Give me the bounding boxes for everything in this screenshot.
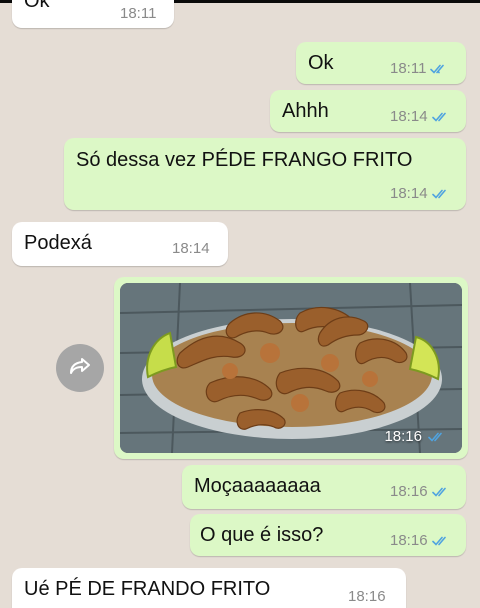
message-time: 18:16 bbox=[390, 532, 428, 549]
message-time: 18:16 bbox=[390, 483, 428, 500]
double-check-icon bbox=[431, 111, 450, 123]
message-outgoing[interactable]: O que é isso? 18:16 bbox=[190, 514, 466, 556]
message-text: Ahhh bbox=[282, 100, 329, 122]
message-text: Podexá bbox=[24, 232, 92, 254]
message-meta: 18:11 bbox=[390, 60, 448, 77]
message-time: 18:14 bbox=[390, 108, 428, 125]
message-meta: 18:16 bbox=[390, 532, 450, 549]
message-outgoing[interactable]: Só dessa vez PÉDE FRANGO FRITO 18:14 bbox=[64, 138, 466, 210]
message-outgoing[interactable]: Moçaaaaaaaa 18:16 bbox=[182, 465, 466, 509]
forward-arrow-icon bbox=[68, 356, 92, 381]
message-time: 18:16 bbox=[348, 588, 386, 605]
message-time: 18:14 bbox=[172, 240, 210, 257]
double-check-icon bbox=[431, 535, 450, 547]
message-time: 18:16 bbox=[384, 428, 422, 445]
message-time: 18:14 bbox=[390, 185, 428, 202]
forward-button[interactable] bbox=[56, 344, 104, 392]
message-text: Ué PÉ DE FRANDO FRITO bbox=[24, 578, 271, 600]
message-incoming[interactable]: Ué PÉ DE FRANDO FRITO 18:16 bbox=[12, 568, 406, 608]
message-text: Ok bbox=[308, 52, 334, 74]
double-check-icon bbox=[431, 486, 450, 498]
message-incoming[interactable]: Ok 18:11 bbox=[12, 0, 174, 28]
message-photo[interactable]: 18:16 bbox=[120, 283, 462, 453]
message-meta: 18:16 bbox=[390, 483, 450, 500]
double-check-icon bbox=[431, 188, 450, 200]
message-meta: 18:14 bbox=[390, 185, 450, 202]
message-meta: 18:14 bbox=[390, 108, 450, 125]
message-outgoing[interactable]: Ok 18:11 bbox=[296, 42, 466, 84]
message-time: 18:11 bbox=[120, 5, 157, 22]
message-text: Moçaaaaaaaa bbox=[194, 475, 321, 497]
message-text: Ok bbox=[24, 0, 50, 12]
double-check-icon bbox=[430, 63, 448, 75]
message-time: 18:11 bbox=[390, 60, 427, 77]
message-outgoing[interactable]: Ahhh 18:14 bbox=[270, 90, 466, 132]
message-incoming[interactable]: Podexá 18:14 bbox=[12, 222, 228, 266]
message-text: Só dessa vez PÉDE FRANGO FRITO bbox=[76, 149, 413, 171]
message-text: O que é isso? bbox=[200, 524, 324, 546]
double-check-icon bbox=[428, 431, 446, 443]
